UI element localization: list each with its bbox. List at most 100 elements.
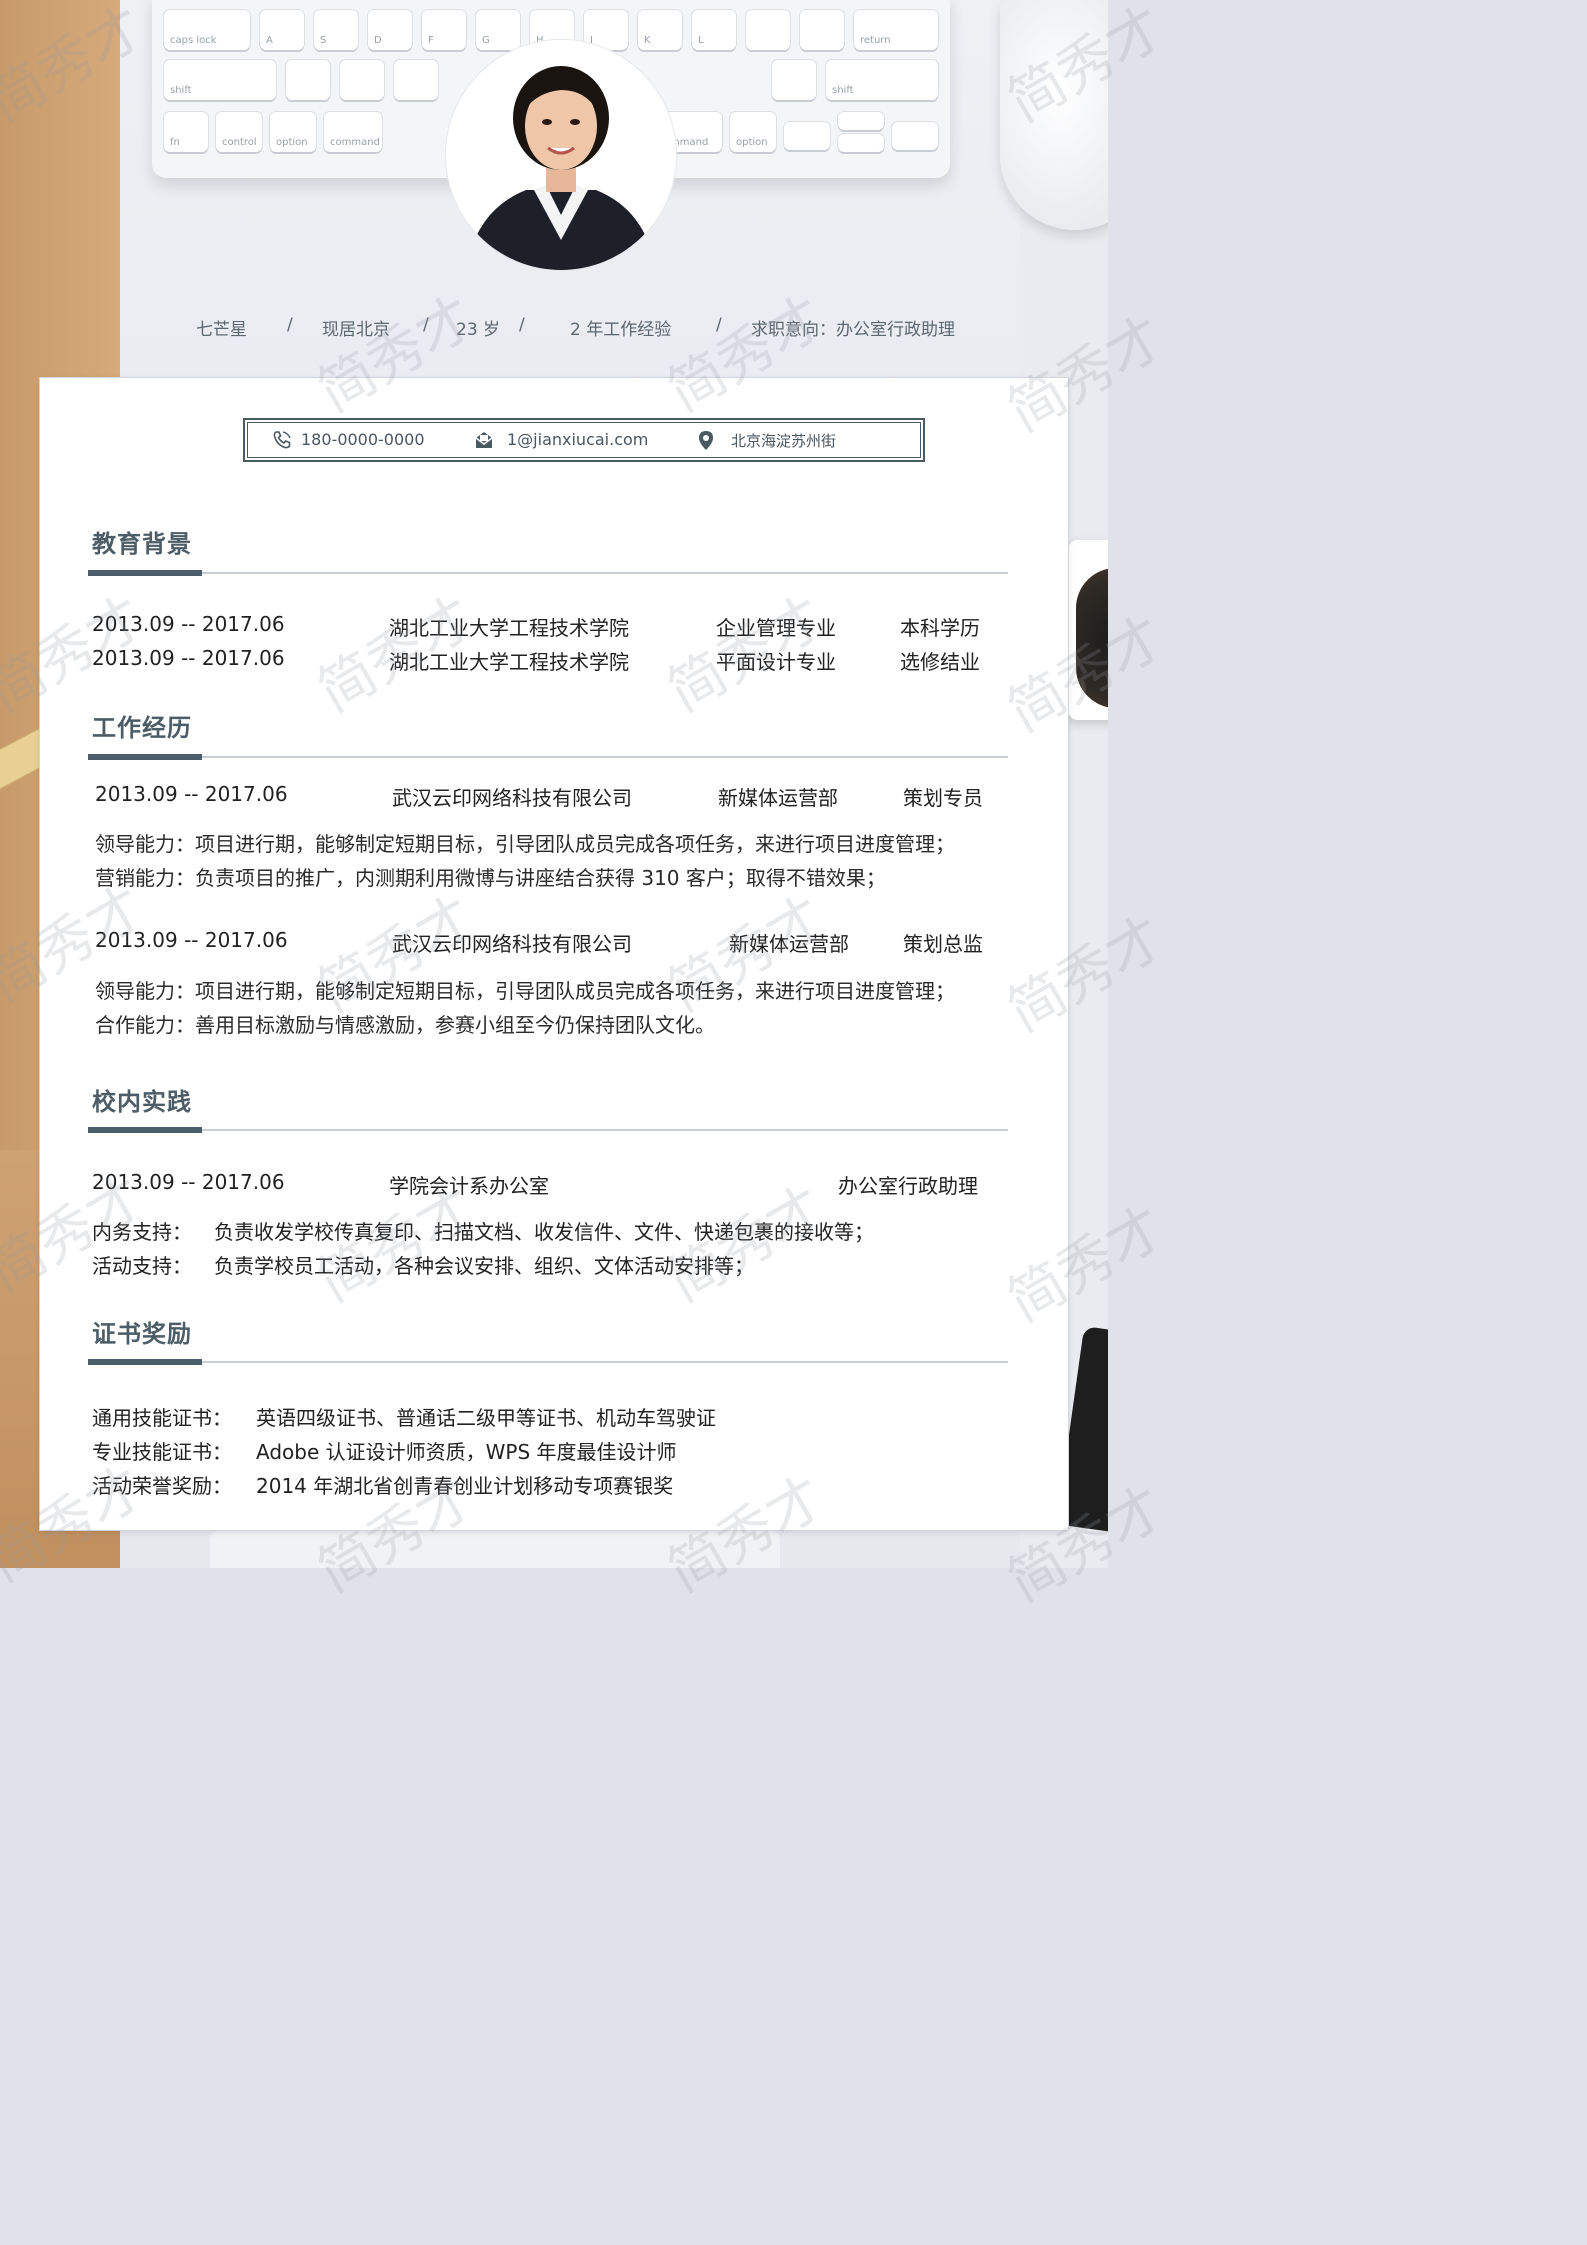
job-description-line: 领导能力：项目进行期，能够制定短期目标，引导团队成员完成各项任务，来进行项目进度… — [95, 832, 955, 856]
key-period — [772, 60, 816, 100]
key-return: return — [854, 10, 938, 50]
key-d: D — [368, 10, 412, 50]
period-text: 2013.09 -- 2017.06 — [92, 1170, 285, 1194]
resume-paper: 180-0000-0000 1@jianxiucai.com 北京海淀苏州街 教… — [40, 378, 1068, 1530]
key-arrow-right — [892, 122, 938, 150]
section-rule — [88, 756, 1008, 758]
major-text: 企业管理专业 — [716, 616, 836, 640]
key-x — [340, 60, 384, 100]
job-description-line: 营销能力：负责项目的推广，内测期利用微博与讲座结合获得 310 客户；取得不错效… — [95, 866, 886, 890]
item-text: 负责学校员工活动，各种会议安排、组织、文体活动安排等； — [214, 1254, 754, 1278]
address-text: 北京海淀苏州街 — [731, 432, 837, 450]
section-accent-bar — [88, 1359, 202, 1365]
key-command: command — [324, 112, 382, 152]
key-l: L — [692, 10, 736, 50]
key-z — [286, 60, 330, 100]
major-text: 平面设计专业 — [716, 650, 836, 674]
key-arrow-up — [838, 112, 884, 130]
coffee-cup-image — [1068, 540, 1108, 720]
job-description-line: 领导能力：项目进行期，能够制定短期目标，引导团队成员完成各项任务，来进行项目进度… — [95, 979, 955, 1003]
key-option-right: option — [730, 112, 776, 152]
company-text: 武汉云印网络科技有限公司 — [392, 932, 632, 956]
education-row: 2013.09 -- 2017.06 湖北工业大学工程技术学院 平面设计专业 选… — [40, 646, 1068, 676]
school-text: 湖北工业大学工程技术学院 — [389, 650, 629, 674]
separator: / — [519, 315, 525, 335]
job-row: 2013.09 -- 2017.06 武汉云印网络科技有限公司 新媒体运营部 策… — [40, 782, 1068, 812]
separator: / — [716, 315, 722, 335]
section-title-practice: 校内实践 — [92, 1088, 192, 1116]
department-text: 新媒体运营部 — [718, 786, 838, 810]
key-s: S — [314, 10, 358, 50]
section-accent-bar — [88, 1127, 202, 1133]
job-row: 2013.09 -- 2017.06 武汉云印网络科技有限公司 新媒体运营部 策… — [40, 928, 1068, 958]
key-option: option — [270, 112, 316, 152]
item-label: 活动荣誉奖励： — [92, 1474, 232, 1498]
key-arrow-left — [784, 122, 830, 150]
practice-item: 活动支持： 负责学校员工活动，各种会议安排、组织、文体活动安排等； — [40, 1250, 1068, 1280]
section-title-work: 工作经历 — [92, 714, 192, 742]
keyboard-bottom-image — [210, 1530, 780, 1568]
job-description-line: 合作能力：善用目标激励与情感激励，参赛小组至今仍保持团队文化。 — [95, 1013, 715, 1037]
role-text: 办公室行政助理 — [838, 1174, 978, 1198]
role-text: 策划总监 — [903, 932, 983, 956]
phone-text: 180-0000-0000 — [301, 430, 425, 449]
practice-row: 2013.09 -- 2017.06 学院会计系办公室 办公室行政助理 — [40, 1170, 1068, 1200]
location-pin-icon — [699, 431, 713, 450]
section-title-education: 教育背景 — [92, 530, 192, 558]
phone-icon — [273, 431, 291, 449]
key-quote — [800, 10, 844, 50]
item-text: Adobe 认证设计师资质，WPS 年度最佳设计师 — [256, 1440, 677, 1464]
section-rule — [88, 1361, 1008, 1363]
contact-bar: 180-0000-0000 1@jianxiucai.com 北京海淀苏州街 — [243, 418, 925, 462]
mouse-image — [1000, 0, 1108, 230]
period-text: 2013.09 -- 2017.06 — [92, 612, 285, 636]
period-text: 2013.09 -- 2017.06 — [95, 928, 288, 952]
key-c — [394, 60, 438, 100]
portrait-icon — [446, 40, 676, 270]
separator: / — [423, 315, 429, 335]
location-text: 现居北京 — [322, 320, 390, 340]
section-rule — [88, 1129, 1008, 1131]
period-text: 2013.09 -- 2017.06 — [92, 646, 285, 670]
organization-text: 学院会计系办公室 — [389, 1174, 549, 1198]
award-item: 专业技能证书： Adobe 认证设计师资质，WPS 年度最佳设计师 — [40, 1436, 1068, 1466]
item-text: 2014 年湖北省创青春创业计划移动专项赛银奖 — [256, 1474, 674, 1498]
key-semicolon — [746, 10, 790, 50]
job-intent-text: 求职意向：办公室行政助理 — [751, 320, 955, 340]
award-item: 活动荣誉奖励： 2014 年湖北省创青春创业计划移动专项赛银奖 — [40, 1470, 1068, 1500]
education-row: 2013.09 -- 2017.06 湖北工业大学工程技术学院 企业管理专业 本… — [40, 612, 1068, 642]
age-text: 23 岁 — [456, 320, 501, 340]
name-text: 七芒星 — [196, 320, 247, 340]
email-icon — [475, 432, 493, 448]
section-title-awards: 证书奖励 — [92, 1320, 192, 1348]
period-text: 2013.09 -- 2017.06 — [95, 782, 288, 806]
section-rule — [88, 572, 1008, 574]
profile-photo — [446, 40, 676, 270]
separator: / — [287, 315, 293, 335]
role-text: 策划专员 — [903, 786, 983, 810]
degree-text: 本科学历 — [900, 616, 980, 640]
key-arrow-down — [838, 134, 884, 152]
practice-item: 内务支持： 负责收发学校传真复印、扫描文档、收发信件、文件、快递包裹的接收等； — [40, 1216, 1068, 1246]
section-accent-bar — [88, 570, 202, 576]
email-text: 1@jianxiucai.com — [507, 430, 649, 449]
key-fn: fn — [164, 112, 208, 152]
key-control: control — [216, 112, 262, 152]
key-shift-left: shift — [164, 60, 276, 100]
key-caps-lock: caps lock — [164, 10, 250, 50]
item-text: 英语四级证书、普通话二级甲等证书、机动车驾驶证 — [256, 1406, 716, 1430]
department-text: 新媒体运营部 — [729, 932, 849, 956]
school-text: 湖北工业大学工程技术学院 — [389, 616, 629, 640]
item-label: 活动支持： — [92, 1254, 192, 1278]
section-accent-bar — [88, 754, 202, 760]
key-a: A — [260, 10, 304, 50]
degree-text: 选修结业 — [900, 650, 980, 674]
experience-text: 2 年工作经验 — [570, 320, 672, 340]
company-text: 武汉云印网络科技有限公司 — [392, 786, 632, 810]
item-label: 通用技能证书： — [92, 1406, 232, 1430]
award-item: 通用技能证书： 英语四级证书、普通话二级甲等证书、机动车驾驶证 — [40, 1402, 1068, 1432]
personal-info-line: 七芒星 / 现居北京 / 23 岁 / 2 年工作经验 / 求职意向：办公室行政… — [0, 312, 1108, 340]
item-label: 内务支持： — [92, 1220, 192, 1244]
key-shift-right: shift — [826, 60, 938, 100]
item-label: 专业技能证书： — [92, 1440, 232, 1464]
